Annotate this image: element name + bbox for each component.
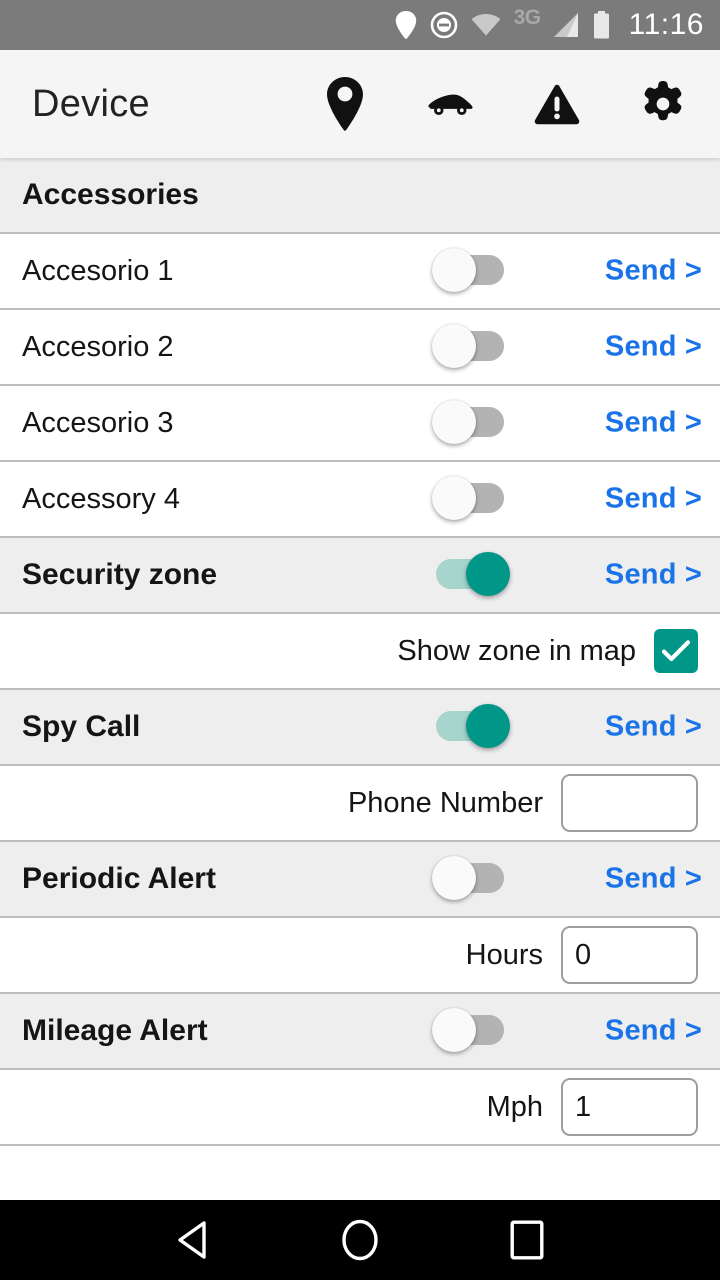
toggle-periodic-alert[interactable] [432,856,512,902]
mph-label: Mph [486,1090,543,1123]
status-bar: 3G 11:16 [0,0,720,50]
home-circle-icon[interactable] [320,1200,400,1280]
row-hours[interactable]: Hours 0 [0,918,720,994]
status-bar-clock: 11:16 [628,8,704,41]
row-phone-number[interactable]: Phone Number [0,766,720,842]
send-button-accessory-2[interactable]: Send > [605,331,702,364]
signal-bars-icon [552,12,580,38]
hours-label: Hours [465,938,543,971]
app-bar: Device [0,50,720,158]
switch-thumb [466,704,510,748]
send-button-mileage-alert[interactable]: Send > [605,1015,702,1048]
switch-thumb [432,476,476,520]
toggle-accessory-4[interactable] [432,476,512,522]
switch-thumb [432,248,476,292]
row-label: Accesorio 2 [22,330,174,363]
switch-thumb [432,400,476,444]
row-show-zone-in-map[interactable]: Show zone in map [0,614,720,690]
row-label: Security zone [22,558,218,591]
send-button-accessory-3[interactable]: Send > [605,407,702,440]
warning-triangle-icon[interactable] [534,76,580,132]
battery-icon [593,11,610,39]
network-type-label: 3G [513,6,542,29]
location-pin-icon[interactable] [322,76,368,132]
row-accessory-3[interactable]: Accesorio 3 Send > [0,386,720,462]
mph-input[interactable]: 1 [561,1078,698,1136]
row-label: Spy Call [22,710,141,743]
back-triangle-icon[interactable] [153,1200,233,1280]
row-accessory-1[interactable]: Accesorio 1 Send > [0,234,720,310]
toggle-security-zone[interactable] [432,552,512,598]
switch-thumb [432,324,476,368]
gear-icon[interactable] [640,76,686,132]
send-button-accessory-1[interactable]: Send > [605,255,702,288]
do-not-disturb-icon [430,11,458,39]
send-button-security-zone[interactable]: Send > [605,559,702,592]
app-bar-actions [322,76,694,132]
row-label: Mileage Alert [22,1014,208,1047]
row-security-zone[interactable]: Security zone Send > [0,538,720,614]
row-periodic-alert[interactable]: Periodic Alert Send > [0,842,720,918]
checkbox-show-zone-in-map[interactable] [654,629,698,673]
send-button-periodic-alert[interactable]: Send > [605,863,702,896]
switch-thumb [432,856,476,900]
switch-thumb [432,1008,476,1052]
toggle-accessory-1[interactable] [432,248,512,294]
toggle-accessory-3[interactable] [432,400,512,446]
row-accessory-4[interactable]: Accessory 4 Send > [0,462,720,538]
send-button-accessory-4[interactable]: Send > [605,483,702,516]
car-icon[interactable] [428,76,474,132]
wifi-icon [471,13,501,37]
recents-square-icon[interactable] [487,1200,567,1280]
toggle-mileage-alert[interactable] [432,1008,512,1054]
toggle-spy-call[interactable] [432,704,512,750]
hours-input[interactable]: 0 [561,926,698,984]
send-button-spy-call[interactable]: Send > [605,711,702,744]
row-accessory-2[interactable]: Accesorio 2 Send > [0,310,720,386]
phone-number-label: Phone Number [347,786,543,819]
row-label: Accessory 4 [22,482,180,515]
phone-screen: 3G 11:16 Device Accessories Accesorio 1 … [0,0,720,1280]
show-zone-in-map-label: Show zone in map [397,634,636,667]
row-mileage-alert[interactable]: Mileage Alert Send > [0,994,720,1070]
row-spy-call[interactable]: Spy Call Send > [0,690,720,766]
section-header-label: Accessories [22,178,199,211]
settings-list[interactable]: Accessories Accesorio 1 Send > Accesorio… [0,158,720,1280]
row-label: Periodic Alert [22,862,216,895]
section-header-accessories: Accessories [0,158,720,234]
location-pin-icon [395,11,417,39]
row-label: Accesorio 1 [22,254,174,287]
row-label: Accesorio 3 [22,406,174,439]
page-title: Device [32,82,150,125]
row-mph[interactable]: Mph 1 [0,1070,720,1146]
android-nav-bar [0,1200,720,1280]
toggle-accessory-2[interactable] [432,324,512,370]
switch-thumb [466,552,510,596]
phone-number-input[interactable] [561,774,698,832]
